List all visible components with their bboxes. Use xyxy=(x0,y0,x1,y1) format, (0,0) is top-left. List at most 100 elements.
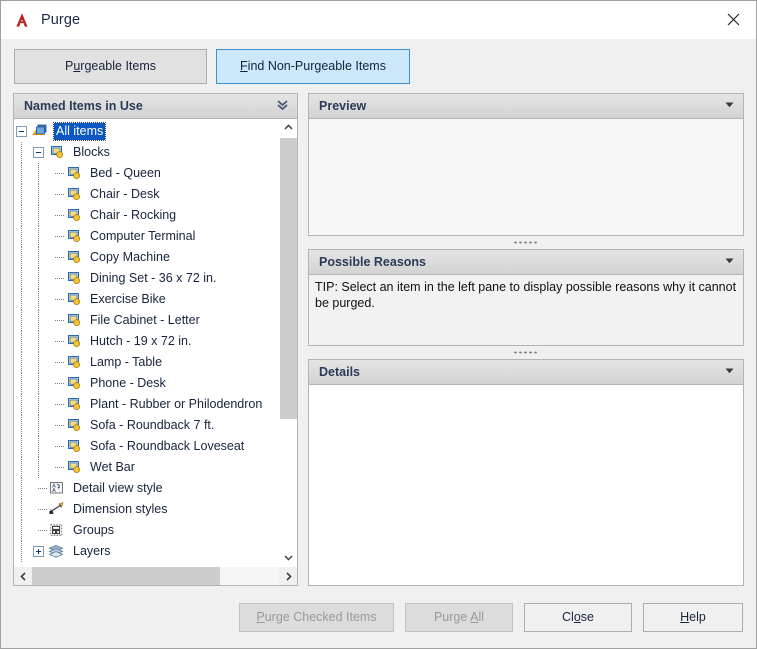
horizontal-scroll-thumb[interactable] xyxy=(32,567,220,585)
tree-guide-line xyxy=(21,457,22,478)
tree-item[interactable]: Sofa - Roundback 7 ft. xyxy=(14,415,279,436)
tree-indent xyxy=(31,205,48,226)
tree-guide-line xyxy=(21,415,22,436)
expand-icon[interactable] xyxy=(33,546,44,557)
block-icon xyxy=(65,333,85,351)
tree-item-label: Dimension styles xyxy=(73,502,168,516)
close-button-label: Close xyxy=(562,610,594,624)
dimension-style-icon xyxy=(48,501,68,519)
tab-find-non-purgeable-items[interactable]: Find Non-Purgeable Items xyxy=(216,48,410,84)
tree-guide-line xyxy=(21,184,22,205)
tree-guide-stub xyxy=(55,404,65,405)
possible-reasons-section: Possible Reasons TIP: Select an item in … xyxy=(308,249,744,346)
tree-item[interactable]: Copy Machine xyxy=(14,247,279,268)
chevron-right-icon[interactable] xyxy=(279,567,297,585)
tree-guide-stub xyxy=(55,446,65,447)
tree-guide-line xyxy=(38,436,39,457)
svg-text:A: A xyxy=(52,488,56,494)
tree-indent xyxy=(31,268,48,289)
tree-item[interactable]: Plant - Rubber or Philodendron xyxy=(14,394,279,415)
chevron-down-icon[interactable] xyxy=(280,549,297,566)
chevron-down-icon[interactable] xyxy=(723,364,736,380)
tree-guide-stub xyxy=(55,194,65,195)
tree-item[interactable]: Sofa - Roundback Loveseat xyxy=(14,436,279,457)
tree-guide-line xyxy=(38,205,39,226)
tree-item[interactable]: Groups xyxy=(14,520,279,541)
tab-purgeable-items-label: Purgeable Items xyxy=(64,59,157,73)
tree-guide-line xyxy=(21,163,22,184)
tree-guide-line xyxy=(21,142,22,163)
tree-item[interactable]: Chair - Rocking xyxy=(14,205,279,226)
close-icon[interactable] xyxy=(710,1,756,38)
collapse-icon[interactable] xyxy=(33,147,44,158)
tree-item[interactable]: Lamp - Table xyxy=(14,352,279,373)
tree-container: All items Blocks Bed - Queen Chair - Des… xyxy=(13,119,298,586)
preview-resize-grip[interactable] xyxy=(308,236,744,249)
named-items-header[interactable]: Named Items in Use xyxy=(13,93,298,119)
tree-guide-line xyxy=(38,457,39,478)
tree-indent xyxy=(14,352,31,373)
tree-indent xyxy=(31,184,48,205)
tree-guide-stub xyxy=(38,488,48,489)
tree-item[interactable]: Chair - Desk xyxy=(14,184,279,205)
details-header[interactable]: Details xyxy=(308,359,744,385)
tree-item-label: Layers xyxy=(73,544,111,558)
close-button[interactable]: Close xyxy=(524,602,632,632)
chevron-down-icon[interactable] xyxy=(723,254,736,270)
tab-purgeable-items[interactable]: Purgeable Items xyxy=(14,48,207,84)
tree-indent xyxy=(14,457,31,478)
tree-item[interactable]: File Cabinet - Letter xyxy=(14,310,279,331)
vertical-scroll-thumb[interactable] xyxy=(280,138,297,419)
tree-item[interactable]: Wet Bar xyxy=(14,457,279,478)
tree-item[interactable]: Blocks xyxy=(14,142,279,163)
possible-reasons-resize-grip[interactable] xyxy=(308,346,744,359)
tree-item[interactable]: Phone - Desk xyxy=(14,373,279,394)
tree-indent xyxy=(31,163,48,184)
tree-guide-stub xyxy=(55,362,65,363)
tree-guide-line xyxy=(38,268,39,289)
tree-expander-cell xyxy=(31,520,48,541)
tree-item[interactable]: All items xyxy=(14,121,279,142)
named-items-header-label: Named Items in Use xyxy=(24,99,143,113)
horizontal-scroll-track[interactable] xyxy=(32,567,279,585)
tree-item[interactable]: Computer Terminal xyxy=(14,226,279,247)
tree-item[interactable]: Hutch - 19 x 72 in. xyxy=(14,331,279,352)
tree-expander-cell xyxy=(48,394,65,415)
tree-horizontal-scrollbar[interactable] xyxy=(14,566,297,585)
details-header-label: Details xyxy=(319,365,360,379)
tree-item-label: Groups xyxy=(73,523,114,537)
tree-item[interactable]: Dimension styles xyxy=(14,499,279,520)
help-button[interactable]: Help xyxy=(643,602,743,632)
named-items-tree[interactable]: All items Blocks Bed - Queen Chair - Des… xyxy=(14,119,279,566)
tree-item-label: Dining Set - 36 x 72 in. xyxy=(90,271,217,285)
tree-item-label: File Cabinet - Letter xyxy=(90,313,200,327)
tree-expander-cell xyxy=(31,142,48,163)
tree-vertical-scrollbar[interactable] xyxy=(279,119,297,566)
tree-indent xyxy=(14,184,31,205)
double-chevron-down-icon[interactable] xyxy=(275,97,290,115)
tree-guide-line xyxy=(21,436,22,457)
tree-item[interactable]: Dining Set - 36 x 72 in. xyxy=(14,268,279,289)
tree-guide-line xyxy=(38,310,39,331)
tree-guide-line xyxy=(21,394,22,415)
tree-item[interactable]: Exercise Bike xyxy=(14,289,279,310)
tree-scroll-row: All items Blocks Bed - Queen Chair - Des… xyxy=(14,119,297,566)
possible-reasons-content: TIP: Select an item in the left pane to … xyxy=(308,275,744,346)
tree-expander-cell xyxy=(48,268,65,289)
tree-item[interactable]: Layers xyxy=(14,541,279,562)
tree-indent xyxy=(14,289,31,310)
preview-header[interactable]: Preview xyxy=(308,93,744,119)
tree-guide-line xyxy=(21,373,22,394)
tree-guide-line xyxy=(38,184,39,205)
collapse-icon[interactable] xyxy=(16,126,27,137)
details-content xyxy=(308,385,744,586)
tree-item[interactable]: A A Detail view style xyxy=(14,478,279,499)
possible-reasons-header[interactable]: Possible Reasons xyxy=(308,249,744,275)
tree-item-label: Blocks xyxy=(73,145,110,159)
chevron-left-icon[interactable] xyxy=(14,567,32,585)
tree-item[interactable]: Bed - Queen xyxy=(14,163,279,184)
vertical-scroll-track[interactable] xyxy=(280,136,297,549)
chevron-up-icon[interactable] xyxy=(280,119,297,136)
block-icon xyxy=(65,228,85,246)
chevron-down-icon[interactable] xyxy=(723,98,736,114)
